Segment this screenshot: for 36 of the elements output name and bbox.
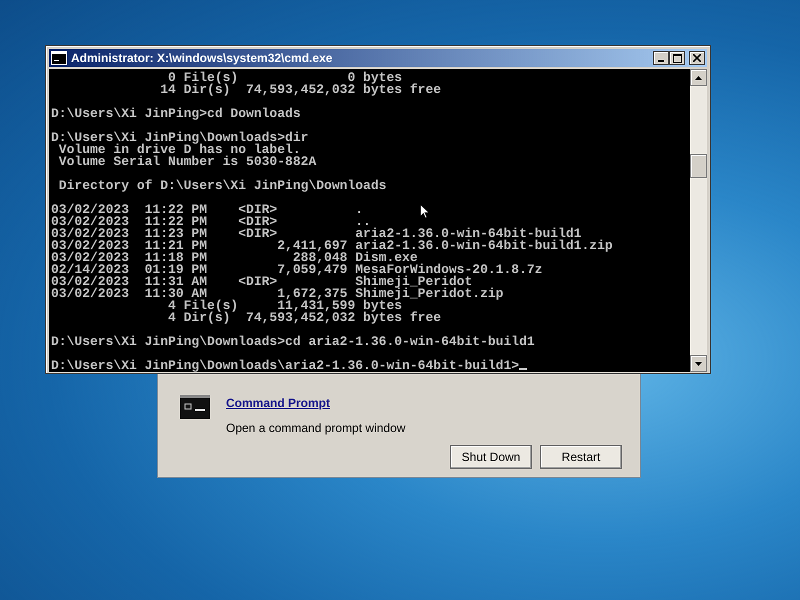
console-line: 0 File(s) 0 bytes (168, 70, 402, 85)
command-prompt-icon (180, 395, 210, 419)
console-line: D:\Users\Xi JinPing\Downloads\aria2-1.36.0-win-64bit-build1> (51, 358, 520, 372)
link-description: Open a command prompt window (226, 420, 406, 437)
console-line: 03/02/2023 11:30 AM 1,672,375 Shimeji_Peridot.zip (51, 286, 504, 301)
mouse-cursor-icon (420, 204, 430, 219)
console-line: 03/02/2023 11:18 PM 288,048 Dism.exe (51, 250, 418, 265)
window-title: Administrator: X:\windows\system32\cmd.exe (71, 50, 334, 67)
dialog-button[interactable]: Restart (540, 445, 622, 469)
console-line: Volume Serial Number is 5030-882A (58, 154, 316, 169)
console-line: D:\Users\Xi JinPing>cd Downloads (51, 106, 301, 121)
console-line: 03/02/2023 11:22 PM <DIR> .. (51, 214, 371, 229)
maximize-button[interactable] (669, 51, 685, 65)
up-arrow-icon (695, 76, 702, 80)
close-icon (693, 54, 701, 62)
scrollbar[interactable] (690, 69, 707, 372)
console-line: 03/02/2023 11:21 PM 2,411,697 aria2-1.36.0-win-64bit-build1.zip (51, 238, 613, 253)
console-line: 03/02/2023 11:22 PM <DIR> . (51, 202, 364, 217)
console-icon (51, 51, 67, 65)
text-cursor (519, 368, 528, 370)
console-line: D:\Users\Xi JinPing\Downloads>cd aria2-1.36.0-win-64bit-build1 (51, 334, 535, 349)
scroll-down-button[interactable] (690, 355, 707, 372)
down-arrow-icon (695, 362, 702, 366)
console-line: 02/14/2023 01:19 PM 7,059,479 MesaForWindows-20.1.8.7z (51, 262, 542, 277)
dialog-button[interactable]: Shut Down (450, 445, 532, 469)
scroll-thumb[interactable] (690, 154, 707, 178)
command-prompt-link[interactable]: Command Prompt (226, 394, 330, 412)
minimize-button[interactable] (653, 51, 669, 65)
maximize-icon (672, 54, 682, 62)
console-line: Directory of D:\Users\Xi JinPing\Downloads (58, 178, 386, 193)
console-line: 03/02/2023 11:31 AM <DIR> Shimeji_Peridot (51, 274, 472, 289)
console-line: 4 File(s) 11,431,599 bytes (167, 298, 402, 313)
console-line: 03/02/2023 11:23 PM <DIR> aria2-1.36.0-win-64bit-build1 (51, 226, 582, 241)
close-button[interactable] (689, 51, 705, 65)
scroll-up-button[interactable] (690, 69, 707, 86)
console-line: D:\Users\Xi JinPing\Downloads>dir (51, 130, 308, 145)
